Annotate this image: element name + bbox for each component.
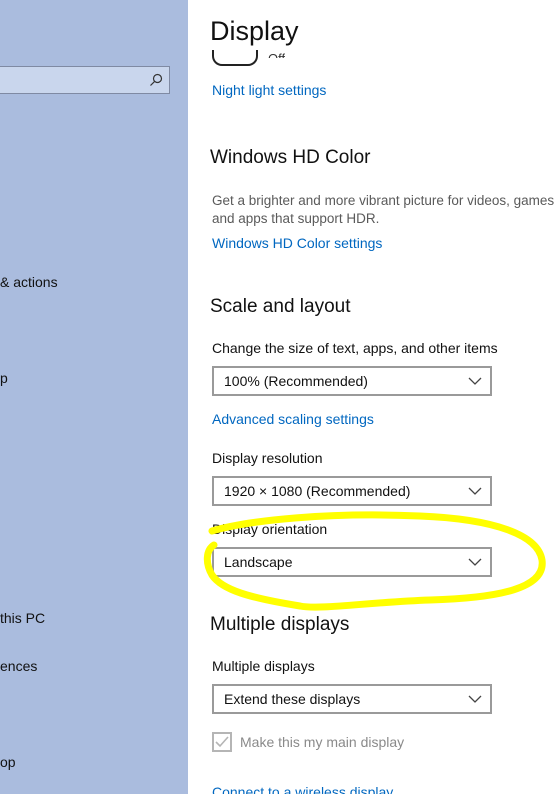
multiple-displays-label: Multiple displays [212, 658, 315, 674]
orientation-label: Display orientation [212, 521, 328, 537]
hd-color-heading: Windows HD Color [210, 147, 371, 168]
connect-wireless-display-link[interactable]: Connect to a wireless display [212, 784, 393, 794]
hd-color-settings-link[interactable]: Windows HD Color settings [212, 235, 382, 251]
checkmark-icon [215, 736, 229, 748]
sidebar-item-notifications[interactable]: & actions [0, 274, 58, 290]
settings-window: & actions p this PC ences op Display Off… [0, 0, 556, 794]
chevron-down-icon [468, 558, 482, 566]
scale-label: Change the size of text, apps, and other… [212, 340, 498, 356]
sidebar-item-remote-desktop[interactable]: op [0, 754, 16, 770]
scale-layout-heading: Scale and layout [210, 296, 351, 317]
night-light-toggle-state: Off [268, 48, 285, 58]
advanced-scaling-link[interactable]: Advanced scaling settings [212, 411, 374, 427]
resolution-dropdown-value: 1920 × 1080 (Recommended) [224, 483, 411, 499]
scale-dropdown[interactable]: 100% (Recommended) [212, 366, 492, 396]
multiple-displays-dropdown[interactable]: Extend these displays [212, 684, 492, 714]
chevron-down-icon [468, 695, 482, 703]
search-input[interactable] [0, 66, 170, 94]
multiple-displays-dropdown-value: Extend these displays [224, 691, 361, 707]
orientation-dropdown-value: Landscape [224, 554, 293, 570]
sidebar-item-power[interactable]: p [0, 370, 8, 386]
hd-color-description: Get a brighter and more vibrant picture … [212, 193, 555, 226]
multiple-displays-heading: Multiple displays [210, 614, 350, 635]
night-light-settings-link[interactable]: Night light settings [212, 82, 326, 98]
orientation-dropdown[interactable]: Landscape [212, 547, 492, 577]
sidebar-item-shared-experiences[interactable]: ences [0, 658, 37, 674]
display-settings-pane: Display Off Night light settings Windows… [188, 0, 556, 794]
resolution-label: Display resolution [212, 450, 323, 466]
scale-dropdown-value: 100% (Recommended) [224, 373, 368, 389]
page-title: Display [210, 16, 299, 46]
resolution-dropdown[interactable]: 1920 × 1080 (Recommended) [212, 476, 492, 506]
main-display-checkbox-label: Make this my main display [240, 734, 405, 750]
sidebar: & actions p this PC ences op [0, 0, 188, 794]
chevron-down-icon [468, 487, 482, 495]
chevron-down-icon [468, 377, 482, 385]
main-display-checkbox[interactable] [212, 732, 232, 752]
search-icon [150, 73, 163, 86]
night-light-toggle[interactable] [212, 50, 258, 66]
sidebar-item-projecting[interactable]: this PC [0, 610, 45, 626]
